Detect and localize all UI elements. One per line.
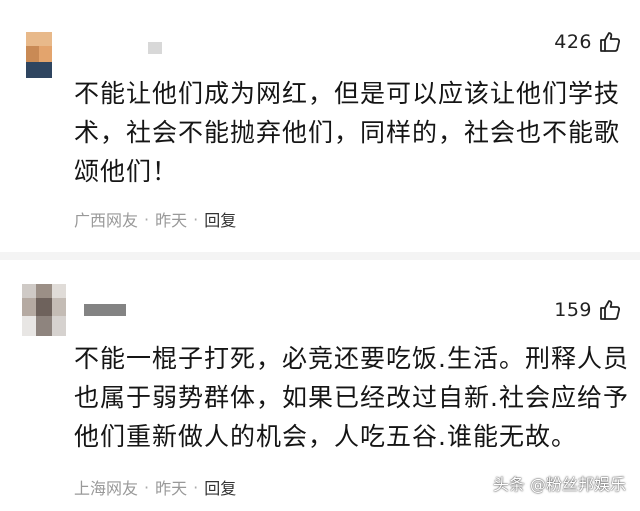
timestamp: 昨天 bbox=[155, 211, 188, 230]
comment-meta: 上海网友 · 昨天 · 回复 bbox=[74, 475, 236, 499]
comment-meta: 广西网友 · 昨天 · 回复 bbox=[74, 207, 236, 231]
location-label: 广西网友 bbox=[74, 211, 139, 230]
divider bbox=[0, 252, 640, 260]
separator: · bbox=[193, 209, 199, 229]
username[interactable] bbox=[84, 304, 126, 316]
thumbs-up-icon bbox=[600, 32, 621, 52]
separator: · bbox=[144, 209, 150, 229]
separator: · bbox=[193, 477, 199, 497]
username[interactable] bbox=[148, 42, 162, 54]
thumbs-up-icon bbox=[600, 300, 621, 320]
location-label: 上海网友 bbox=[74, 479, 139, 498]
separator: · bbox=[144, 477, 150, 497]
reply-button[interactable]: 回复 bbox=[204, 475, 236, 499]
comment-line: 也属于弱势群体，如果已经改过自新.社会应给予 bbox=[74, 383, 629, 412]
like-button[interactable]: 426 bbox=[554, 30, 622, 54]
watermark: 头条 @粉丝邦娱乐 bbox=[492, 475, 626, 494]
comment-line: 不能让他们成为网红，但是可以应该让他们学技 bbox=[74, 79, 621, 108]
like-count: 159 bbox=[554, 299, 592, 321]
like-button[interactable]: 159 bbox=[554, 298, 622, 322]
avatar[interactable] bbox=[22, 284, 66, 336]
comment-card: 426 不能让他们成为网红，但是可以应该让他们学技 术，社会不能抛弃他们，同样的… bbox=[0, 0, 640, 250]
comment-line: 不能一棍子打死，必竞还要吃饭.生活。刑释人员 bbox=[74, 344, 629, 373]
like-count: 426 bbox=[554, 31, 592, 53]
avatar[interactable] bbox=[26, 32, 52, 78]
comment-line: 术，社会不能抛弃他们，同样的，社会也不能歌 bbox=[74, 118, 621, 147]
comment-line: 他们重新做人的机会，人吃五谷.谁能无故。 bbox=[74, 422, 577, 451]
comment-text: 不能一棍子打死，必竞还要吃饭.生活。刑释人员 也属于弱势群体，如果已经改过自新.… bbox=[74, 339, 634, 456]
comment-line: 颂他们！ bbox=[74, 157, 179, 186]
comment-text: 不能让他们成为网红，但是可以应该让他们学技 术，社会不能抛弃他们，同样的，社会也… bbox=[74, 74, 634, 191]
timestamp: 昨天 bbox=[155, 479, 188, 498]
reply-button[interactable]: 回复 bbox=[204, 207, 236, 231]
